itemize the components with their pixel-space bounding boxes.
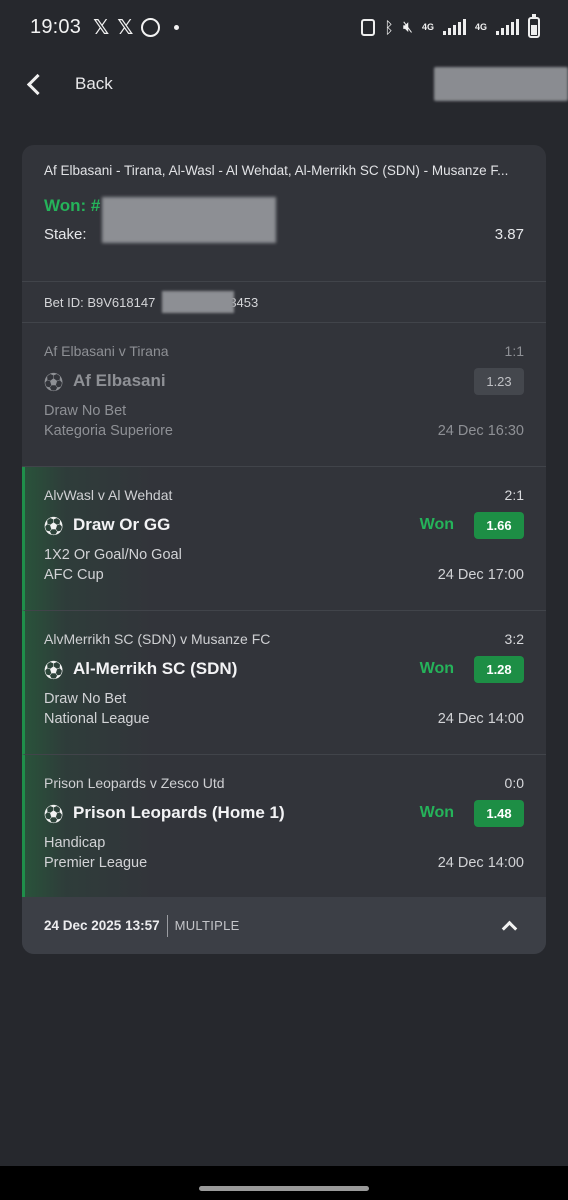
match-name: AlvWasl v Al Wehdat [44, 487, 173, 503]
won-status: Won [419, 660, 454, 677]
market-name: Draw No Bet [44, 403, 127, 419]
match-date: 24 Dec 14:00 [437, 855, 524, 871]
market-name: Draw No Bet [44, 691, 127, 707]
bet-type: MULTIPLE [174, 918, 240, 933]
league-name: Premier League [44, 855, 148, 871]
odds-badge: 1.66 [474, 511, 524, 539]
network-type-label: 4G [474, 21, 487, 32]
back-label: Back [75, 74, 113, 93]
won-status: Won [419, 804, 454, 821]
league-name: Kategoria Superiore [44, 423, 173, 439]
match-score: 0:0 [504, 775, 524, 791]
notification-dot-icon [174, 24, 180, 30]
bet-id-prefix: Bet ID: B9V618147 [44, 294, 156, 310]
bluetooth-icon: ᛒ [384, 17, 394, 37]
clipboard-icon [361, 18, 376, 36]
chevron-up-icon [501, 920, 517, 937]
bet-footer: 24 Dec 2025 13:57 MULTIPLE [22, 897, 546, 954]
soccer-ball-icon: ⚽︎ [44, 803, 64, 826]
signal-icon [496, 19, 519, 35]
divider [166, 914, 168, 937]
signal-icon [442, 19, 466, 35]
pick-name: Prison Leopards (Home 1) [73, 803, 285, 822]
redacted-area [102, 197, 276, 243]
navigation-bar [0, 1166, 568, 1200]
market-name: Handicap [44, 835, 106, 851]
match-date: 24 Dec 14:00 [437, 711, 524, 727]
pick-name: Af Elbasani [73, 371, 166, 390]
odds-badge: 1.23 [474, 367, 524, 395]
redacted-area [162, 291, 234, 313]
soccer-ball-icon: ⚽︎ [44, 515, 64, 538]
selection-item: Af Elbasani v Tirana 1:1 ⚽︎ Af Elbasani … [22, 323, 546, 467]
network-type-label: 4G [421, 21, 434, 32]
pick-name: Draw Or GG [73, 515, 171, 534]
match-score: 2:1 [504, 487, 524, 503]
battery-icon [528, 13, 540, 38]
mute-icon: 🔇︎ [402, 17, 413, 36]
bet-id-row: Bet ID: B9V618147 3453 [22, 282, 546, 323]
selection-item: AlvWasl v Al Wehdat 2:1 ⚽︎ Draw Or GG Wo… [22, 467, 546, 611]
bet-summary: Af Elbasani - Tirana, Al-Wasl - Al Wehda… [22, 145, 546, 282]
match-date: 24 Dec 17:00 [437, 567, 524, 583]
selection-item: Prison Leopards v Zesco Utd 0:0 ⚽︎ Priso… [22, 755, 546, 899]
league-name: National League [44, 711, 150, 727]
odds-badge: 1.28 [474, 655, 524, 683]
status-time: 19:03 [30, 15, 82, 38]
total-odds: 3.87 [494, 226, 524, 243]
match-score: 3:2 [504, 631, 524, 647]
chevron-left-icon [26, 73, 49, 95]
x-icon: 𝕏 [93, 15, 110, 39]
match-name: AlvMerrikh SC (SDN) v Musanze FC [44, 631, 271, 647]
pick-name: Al-Merrikh SC (SDN) [73, 659, 238, 678]
redacted-area [434, 67, 568, 101]
home-indicator[interactable] [199, 1186, 369, 1191]
league-name: AFC Cup [44, 567, 104, 583]
soccer-ball-icon: ⚽︎ [44, 371, 64, 394]
x-icon: 𝕏 [117, 15, 134, 39]
bet-card: Af Elbasani - Tirana, Al-Wasl - Al Wehda… [22, 145, 546, 954]
bet-title: Af Elbasani - Tirana, Al-Wasl - Al Wehda… [44, 163, 509, 178]
market-name: 1X2 Or Goal/No Goal [44, 547, 182, 563]
soccer-ball-icon: ⚽︎ [44, 659, 64, 682]
top-header: Back [0, 56, 568, 112]
match-name: Prison Leopards v Zesco Utd [44, 775, 225, 791]
odds-badge: 1.48 [474, 799, 524, 827]
stake-label: Stake: [44, 226, 87, 243]
placed-date: 24 Dec 2025 13:57 [44, 918, 160, 933]
match-score: 1:1 [504, 343, 524, 359]
status-bar: 19:03 𝕏 𝕏 ᛒ 🔇︎ 4G 4G [0, 0, 568, 54]
collapse-button[interactable] [494, 911, 524, 941]
selection-item: AlvMerrikh SC (SDN) v Musanze FC 3:2 ⚽︎ … [22, 611, 546, 755]
back-button[interactable]: Back [0, 73, 113, 95]
whatsapp-icon [141, 17, 161, 37]
won-status: Won [419, 516, 454, 533]
match-name: Af Elbasani v Tirana [44, 343, 169, 359]
match-date: 24 Dec 16:30 [437, 423, 524, 439]
